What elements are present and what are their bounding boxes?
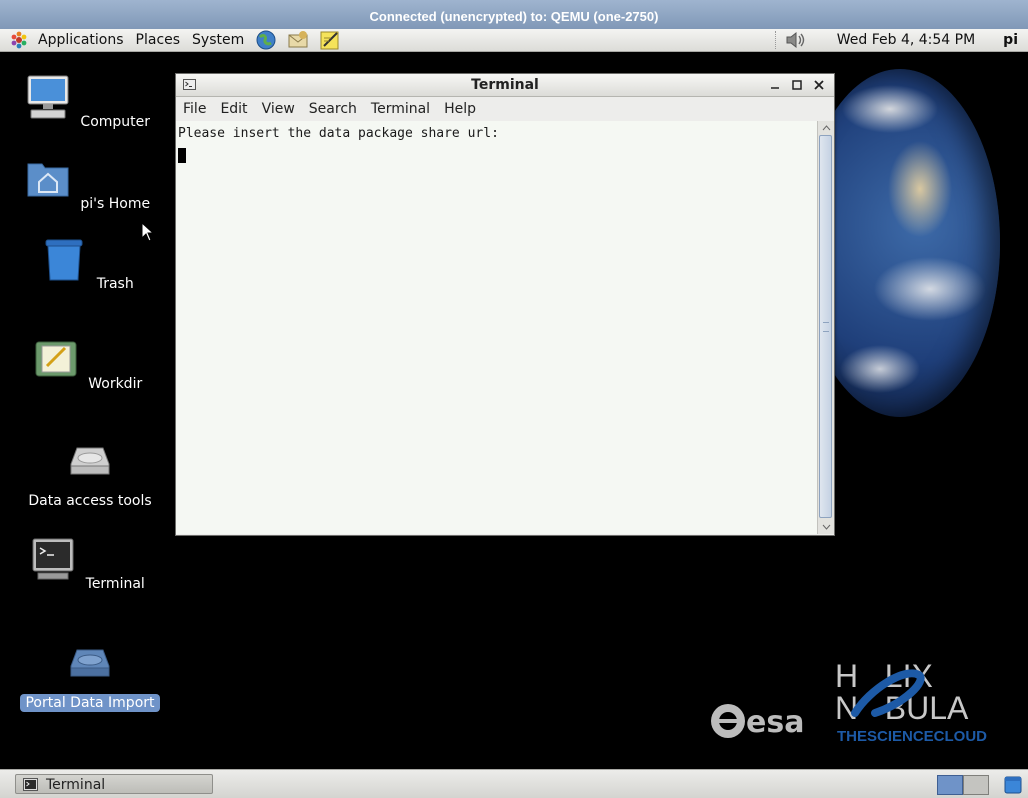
top-panel: Applications Places System Wed Feb 4, 4:… [0, 29, 1028, 52]
gnome-foot-icon [11, 31, 27, 49]
helix-nebula-logo: H LIX N BULA THESCIENCECLOUD [835, 659, 987, 745]
text-editor-icon[interactable] [319, 29, 341, 51]
desktop-icon-label: Terminal [85, 576, 145, 592]
scroll-up-button[interactable] [818, 121, 834, 135]
terminal-output-area[interactable]: Please insert the data package share url… [176, 121, 818, 534]
chevron-up-icon [822, 125, 830, 131]
terminal-window[interactable]: Terminal File Edit View Search Terminal … [175, 73, 835, 536]
menu-search[interactable]: Search [302, 101, 364, 117]
terminal-title: Terminal [471, 77, 539, 93]
esa-logo: esa [711, 704, 804, 740]
menu-system[interactable]: System [186, 32, 250, 48]
desktop-icon-portal-data-import[interactable]: Portal Data Import [20, 638, 160, 712]
desktop-icon-label: Computer [80, 114, 151, 130]
terminal-titlebar[interactable]: Terminal [176, 74, 834, 97]
computer-icon [27, 75, 69, 119]
maximize-button[interactable] [788, 77, 806, 93]
workspace-1[interactable] [937, 775, 963, 795]
scroll-down-button[interactable] [818, 520, 834, 534]
close-button[interactable] [810, 77, 828, 93]
vnc-title-bar: Connected (unencrypted) to: QEMU (one-27… [0, 0, 1028, 30]
web-browser-icon[interactable] [255, 29, 277, 51]
menu-view[interactable]: View [255, 101, 302, 117]
clock[interactable]: Wed Feb 4, 4:54 PM [837, 32, 975, 48]
menu-edit[interactable]: Edit [213, 101, 254, 117]
menu-file[interactable]: File [176, 101, 213, 117]
workdir-icon [35, 341, 77, 377]
desktop-icon-label: pi's Home [80, 196, 151, 212]
maximize-icon [792, 80, 802, 90]
user-menu[interactable]: pi [1003, 32, 1018, 48]
panel-separator [774, 31, 779, 49]
desktop-icon-computer[interactable]: Computer [20, 74, 160, 131]
menu-terminal[interactable]: Terminal [364, 101, 437, 117]
trash-icon [45, 239, 83, 281]
svg-text:esa: esa [746, 705, 804, 740]
mouse-pointer-icon [141, 222, 155, 242]
menu-help[interactable]: Help [437, 101, 483, 117]
menu-applications[interactable]: Applications [32, 32, 130, 48]
close-icon [814, 80, 824, 90]
menu-places[interactable]: Places [130, 32, 187, 48]
home-folder-icon [27, 163, 69, 197]
workspace-switcher [937, 775, 991, 795]
scrollbar-grip [823, 322, 829, 332]
speaker-icon[interactable] [783, 30, 809, 50]
terminal-icon [23, 778, 38, 791]
chevron-down-icon [822, 524, 830, 530]
terminal-prompt-text: Please insert the data package share url… [178, 126, 499, 141]
taskbar-terminal-button[interactable]: Terminal [15, 774, 213, 794]
terminal-menubar: File Edit View Search Terminal Help [176, 97, 834, 122]
desktop-icon-label: Trash [96, 276, 134, 292]
drive-blue-icon [70, 649, 110, 677]
desktop-icon-label: Data access tools [28, 493, 152, 509]
trash-applet-icon[interactable] [1003, 775, 1023, 795]
terminal-window-icon[interactable] [183, 79, 196, 90]
scrollbar-thumb[interactable] [819, 135, 832, 518]
terminal-icon [32, 538, 74, 580]
minimize-icon [771, 87, 779, 89]
bottom-panel: Terminal [0, 769, 1028, 798]
desktop-icon-trash[interactable]: Trash [20, 236, 160, 293]
window-controls [762, 74, 828, 96]
text-cursor [178, 148, 186, 163]
desktop-icon-workdir[interactable]: Workdir [20, 336, 160, 393]
desktop-icon-terminal[interactable]: Terminal [20, 536, 160, 593]
svg-text:THESCIENCECLOUD: THESCIENCECLOUD [837, 728, 987, 745]
minimize-button[interactable] [766, 77, 784, 93]
mail-client-icon[interactable] [287, 29, 309, 51]
drive-icon [70, 447, 110, 475]
desktop-icon-home[interactable]: pi's Home [20, 156, 160, 213]
terminal-scrollbar[interactable] [817, 121, 834, 534]
desktop-icon-label: Workdir [88, 376, 143, 392]
desktop-icon-data-access[interactable]: Data access tools [20, 436, 160, 510]
taskbar-item-label: Terminal [46, 777, 106, 793]
workspace-2[interactable] [963, 775, 989, 795]
desktop-icon-label: Portal Data Import [20, 694, 160, 712]
